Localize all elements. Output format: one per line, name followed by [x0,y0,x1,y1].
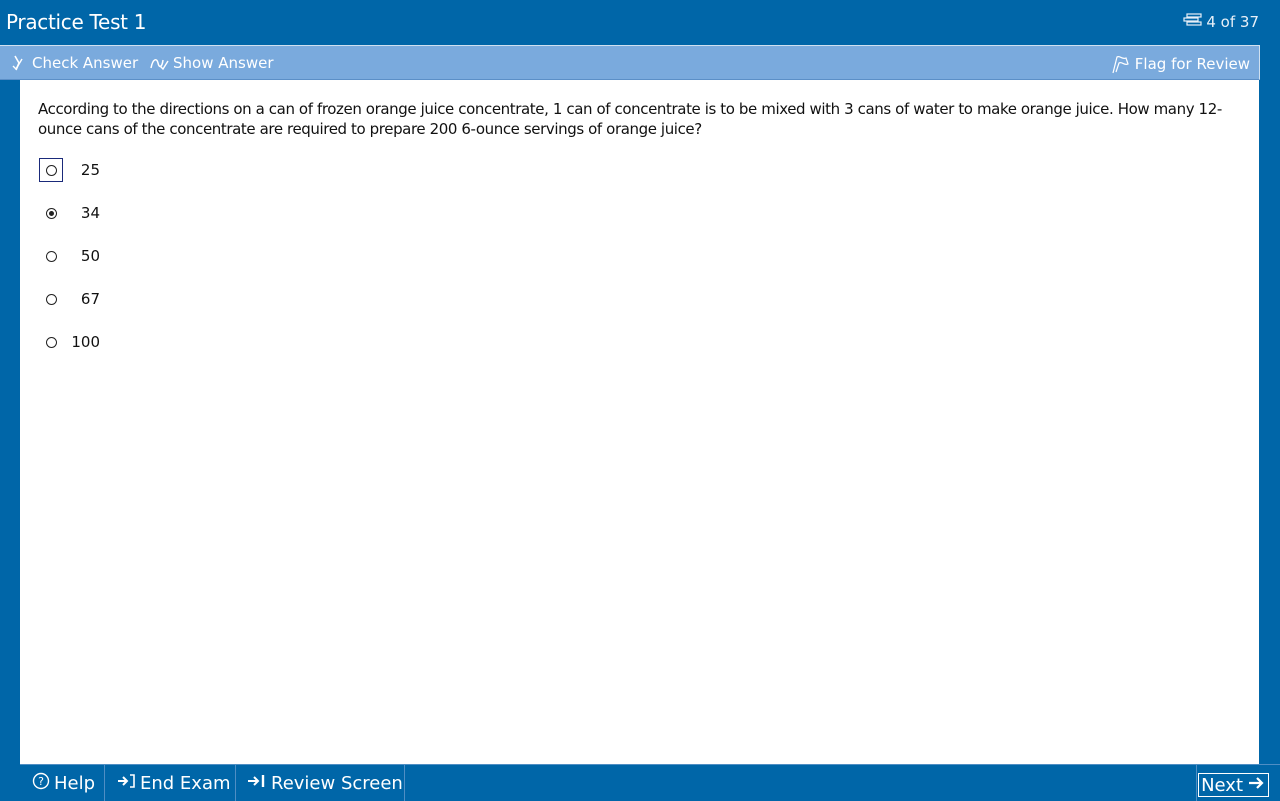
choice-label: 67 [80,290,100,308]
question-text: According to the directions on a can of … [38,100,1222,138]
divider [404,765,405,801]
help-icon: ? [32,772,50,795]
divider [104,765,105,801]
focus-rect [39,158,63,182]
bottom-bar: ? Help End Exam Review Screen Next [20,764,1280,801]
radio-button[interactable] [45,250,57,262]
review-screen-button[interactable]: Review Screen [247,765,403,801]
radio-button[interactable] [45,293,57,305]
answer-choice[interactable]: 100 [39,329,159,355]
show-answer-button[interactable]: Show Answer [149,54,274,72]
end-exam-icon [116,773,136,794]
end-exam-label: End Exam [140,772,231,794]
answer-choice[interactable]: 25 [39,157,159,183]
question-progress: 4 of 37 [1183,13,1259,31]
flag-for-review-button[interactable]: Flag for Review [1111,54,1250,74]
page-title: Practice Test 1 [6,10,147,34]
radio-wrap [39,330,63,354]
divider [235,765,236,801]
radio-button[interactable] [45,164,57,176]
arrow-right-icon [1247,775,1265,796]
progress-text: 4 of 37 [1206,13,1259,31]
choice-label: 50 [80,247,100,265]
radio-button-selected[interactable] [45,207,57,219]
choice-label: 100 [71,333,100,351]
next-button[interactable]: Next [1198,773,1269,797]
answer-choice[interactable]: 67 [39,286,159,312]
answer-choice[interactable]: 34 [39,200,159,226]
answer-choice[interactable]: 50 [39,243,159,269]
divider [1196,765,1197,801]
radio-wrap [39,244,63,268]
show-answer-label: Show Answer [173,54,274,72]
toolbar: Check Answer Show Answer Flag for Review [0,45,1260,80]
choice-label: 25 [80,161,100,179]
end-exam-button[interactable]: End Exam [116,765,231,801]
check-answer-label: Check Answer [32,54,139,72]
review-screen-label: Review Screen [271,772,403,794]
flag-for-review-label: Flag for Review [1134,55,1250,73]
title-bar: Practice Test 1 4 of 37 [0,0,1280,45]
show-answer-icon [149,54,169,72]
choice-label: 34 [80,204,100,222]
help-button[interactable]: ? Help [32,765,95,801]
next-label: Next [1201,774,1243,796]
check-answer-icon [10,54,28,72]
question-panel: According to the directions on a can of … [20,80,1259,764]
radio-wrap [39,287,63,311]
flag-icon [1111,54,1131,74]
question-list-icon [1183,13,1203,31]
svg-text:?: ? [38,775,44,788]
radio-button[interactable] [45,336,57,348]
help-label: Help [54,772,96,794]
review-screen-icon [247,773,267,794]
radio-wrap [39,201,63,225]
check-answer-button[interactable]: Check Answer [10,54,138,72]
